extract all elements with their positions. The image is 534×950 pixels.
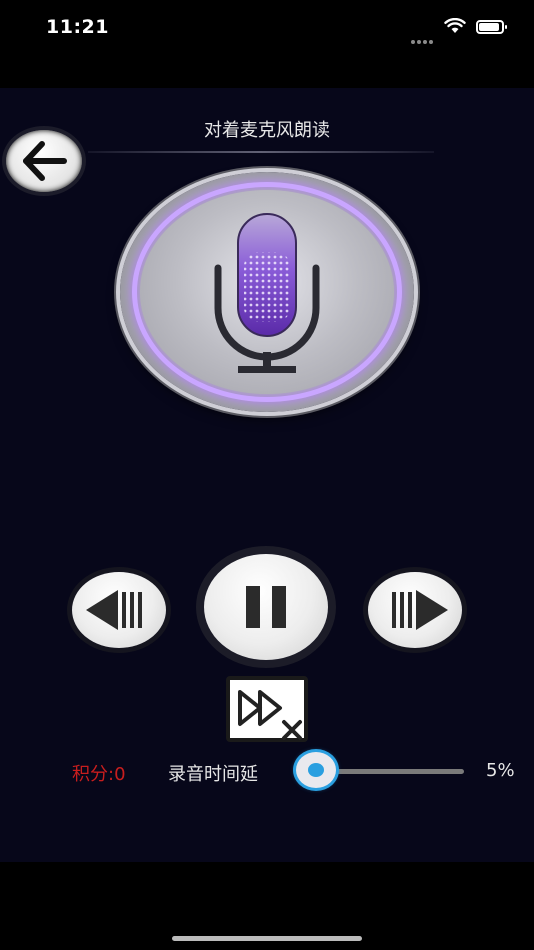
next-button[interactable] [368,572,462,648]
playback-controls [0,550,534,670]
status-bar: 11:21 [0,0,534,56]
page-title: 对着麦克风朗读 [204,120,330,141]
status-time: 11:21 [46,16,109,38]
pause-icon [246,586,286,628]
slider-thumb[interactable] [296,752,336,788]
recording-delay-label: 录音时间延 [168,764,258,785]
previous-button[interactable] [72,572,166,648]
arrow-left-icon [23,141,67,181]
recording-delay-value: 5% [486,760,515,781]
microphone-button[interactable] [120,172,414,412]
previous-icon [86,590,142,630]
pause-button[interactable] [204,554,328,660]
score-label: 积分:0 [72,764,126,785]
skip-toggle-button[interactable] [226,676,308,742]
battery-icon [476,20,507,34]
skip-off-icon [238,690,302,740]
microphone-icon [214,213,320,373]
wifi-icon [444,18,466,33]
signal-dots-icon [411,29,437,44]
next-icon [392,590,448,630]
title-divider [88,151,434,153]
home-indicator[interactable] [172,936,362,941]
back-button[interactable] [6,130,82,192]
